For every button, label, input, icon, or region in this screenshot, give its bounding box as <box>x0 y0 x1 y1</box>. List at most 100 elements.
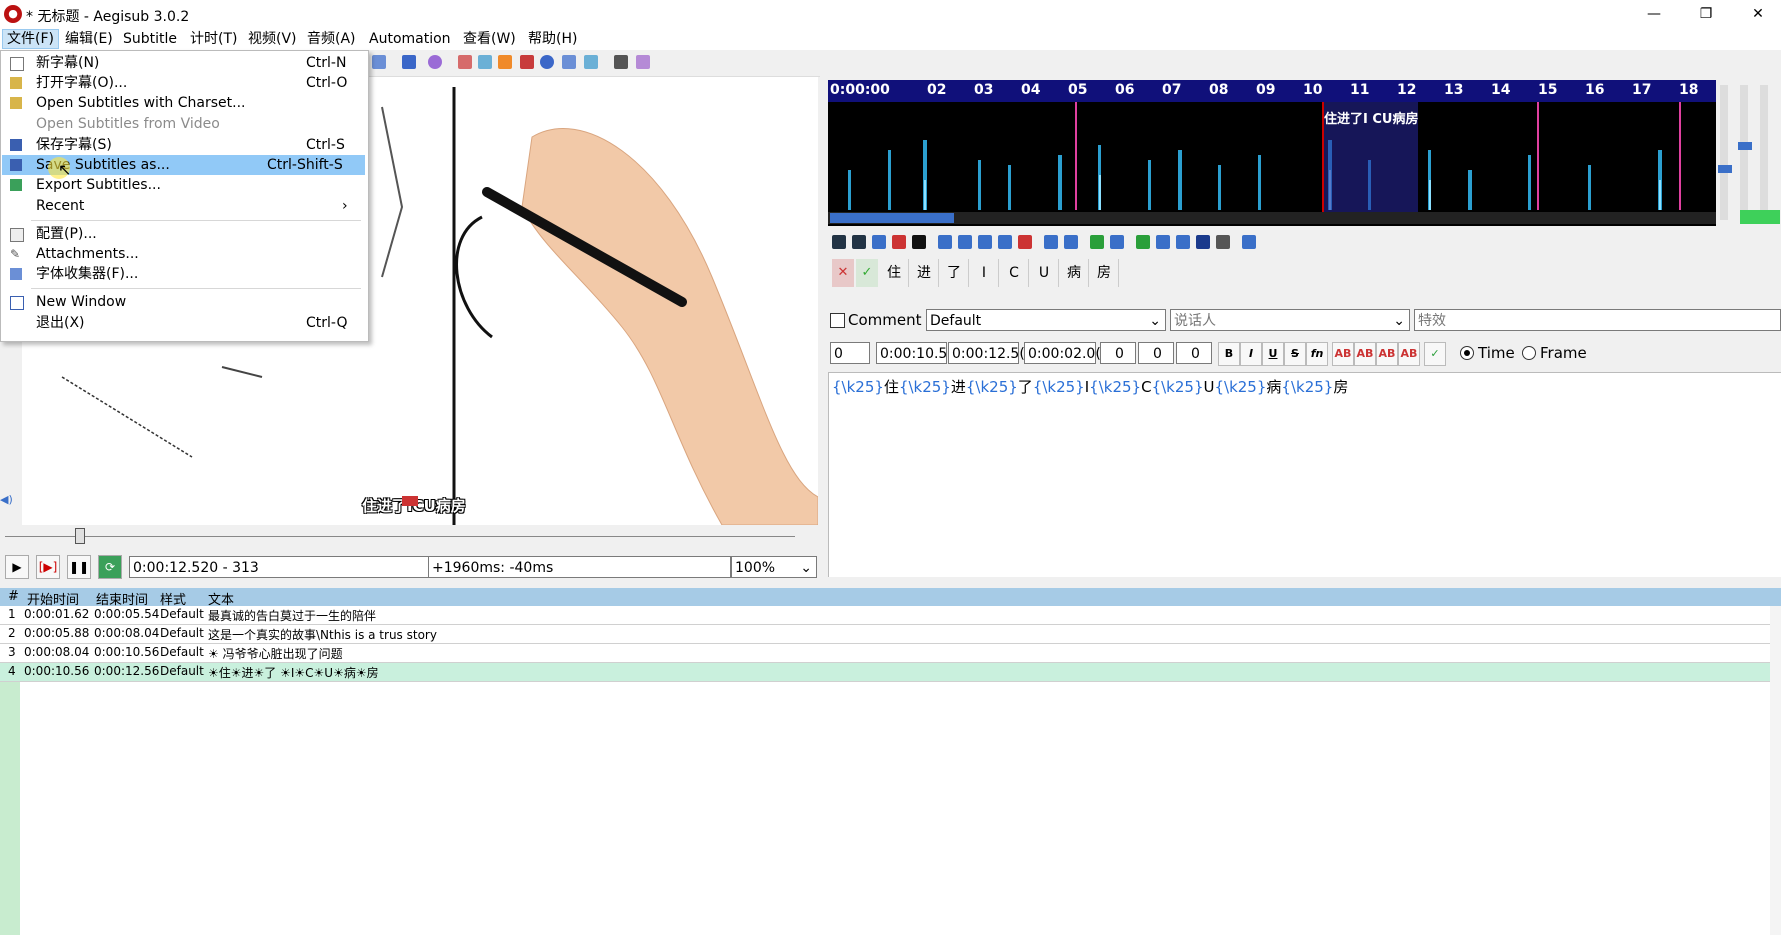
menu-item-options[interactable]: 配置(P)... <box>2 224 365 244</box>
auto-commit-icon[interactable] <box>1136 235 1150 249</box>
volume-icon[interactable]: ◀) <box>0 493 18 507</box>
audio-scrollbar-thumb[interactable] <box>830 213 954 223</box>
clock-icon[interactable] <box>540 55 554 69</box>
next-line-icon[interactable] <box>852 235 866 249</box>
play-line-icon[interactable]: [▶] <box>36 555 60 579</box>
play-after-icon[interactable] <box>958 235 972 249</box>
table-row-selected[interactable]: 4 0:00:10.56 0:00:12.56 Default ☀住☀进☀了 ☀… <box>0 663 1770 682</box>
play-before-icon[interactable] <box>938 235 952 249</box>
margin-left-field[interactable]: 0 <box>1100 342 1136 364</box>
effect-field[interactable]: 特效 <box>1414 309 1781 331</box>
margin-right-field[interactable]: 0 <box>1138 342 1174 364</box>
lead-in-icon[interactable] <box>1044 235 1058 249</box>
video-time-field[interactable]: 0:00:12.520 - 313 <box>129 556 429 578</box>
commit-check-icon[interactable] <box>1090 235 1104 249</box>
seekbar-thumb[interactable] <box>75 528 85 544</box>
style-select[interactable]: Default ⌄ <box>926 309 1166 331</box>
auto-next-icon[interactable] <box>1156 235 1170 249</box>
menu-audio[interactable]: 音频(A) <box>303 30 360 48</box>
maximize-button[interactable]: ❐ <box>1683 0 1729 28</box>
table-row[interactable]: 2 0:00:05.88 0:00:08.04 Default 这是一个真实的故… <box>0 625 1770 644</box>
bold-button[interactable]: B <box>1218 342 1240 366</box>
minimize-button[interactable]: — <box>1631 0 1677 28</box>
karaoke-cancel-icon[interactable]: ✕ <box>832 259 854 287</box>
toolbar-icon[interactable] <box>584 55 598 69</box>
toolbar-icon[interactable] <box>428 55 442 69</box>
menu-video[interactable]: 视频(V) <box>244 30 301 48</box>
audio-zoom-slider[interactable] <box>1720 85 1728 220</box>
italic-button[interactable]: I <box>1240 342 1262 366</box>
toolbar-icon[interactable] <box>498 55 512 69</box>
goto-icon[interactable] <box>1110 235 1124 249</box>
tools-icon[interactable] <box>614 55 628 69</box>
menu-item-exit[interactable]: 退出(X) Ctrl-Q <box>2 313 365 333</box>
play-icon[interactable]: ▶ <box>5 555 29 579</box>
menu-view[interactable]: 查看(W) <box>459 30 520 48</box>
audio-time-ruler[interactable]: 0:00:00 02 03 04 05 06 07 08 09 10 11 12… <box>828 80 1716 102</box>
close-button[interactable]: ✕ <box>1735 0 1781 28</box>
karaoke-syllable[interactable]: 房 <box>1090 259 1119 287</box>
audio-scrollbar[interactable] <box>828 212 1716 224</box>
audio-volume-thumb[interactable] <box>1738 142 1752 150</box>
comment-checkbox[interactable] <box>830 313 845 328</box>
autoscroll-toggle-icon[interactable]: ⟳ <box>98 555 122 579</box>
karaoke-syllable[interactable]: U <box>1030 259 1059 287</box>
karaoke-syllable[interactable]: 了 <box>940 259 969 287</box>
audio-link-toggle[interactable] <box>1740 210 1780 224</box>
color3-button[interactable]: AB <box>1376 342 1398 366</box>
menu-item-font-collector[interactable]: 字体收集器(F)... <box>2 264 365 284</box>
color4-button[interactable]: AB <box>1398 342 1420 366</box>
karaoke-accept-icon[interactable]: ✓ <box>856 259 878 287</box>
menu-item-save[interactable]: 保存字幕(S) Ctrl-S <box>2 135 365 155</box>
menu-item-attachments[interactable]: ✎ Attachments... <box>2 244 365 264</box>
menu-item-recent[interactable]: Recent › <box>2 196 365 216</box>
karaoke-syllable[interactable]: 病 <box>1060 259 1089 287</box>
play-to-end-icon[interactable] <box>1018 235 1032 249</box>
play-selection-icon[interactable] <box>872 235 886 249</box>
table-row[interactable]: 1 0:00:01.62 0:00:05.54 Default 最真诚的告白莫过… <box>0 606 1770 625</box>
stop-icon[interactable] <box>912 235 926 249</box>
toolbar-icon[interactable] <box>372 55 386 69</box>
audio-volume-slider[interactable] <box>1740 85 1748 220</box>
auto-scroll-icon[interactable] <box>1176 235 1190 249</box>
layer-spinner[interactable]: 0 <box>830 342 870 364</box>
toolbar-icon[interactable] <box>402 55 416 69</box>
underline-button[interactable]: U <box>1262 342 1284 366</box>
menu-help[interactable]: 帮助(H) <box>524 30 581 48</box>
grid-scrollbar[interactable] <box>1770 606 1781 935</box>
duration-field[interactable]: 0:00:02.0( <box>1024 342 1101 364</box>
menu-item-open-from-video[interactable]: Open Subtitles from Video <box>2 114 365 134</box>
medusa-icon[interactable] <box>1216 235 1230 249</box>
karaoke-syllable[interactable]: 住 <box>880 259 909 287</box>
play-end-icon[interactable] <box>998 235 1012 249</box>
toolbar-icon[interactable] <box>636 55 650 69</box>
subtitle-position-marker[interactable] <box>402 496 418 506</box>
start-time-field[interactable]: 0:00:10.5( <box>876 342 953 364</box>
video-seekbar[interactable] <box>5 528 817 544</box>
toolbar-icon[interactable] <box>458 55 472 69</box>
time-radio[interactable] <box>1460 346 1474 360</box>
actor-select[interactable]: 说话人 ⌄ <box>1170 309 1410 331</box>
karaoke-syllable[interactable]: C <box>1000 259 1029 287</box>
font-button[interactable]: fn <box>1306 342 1328 366</box>
karaoke-syllable[interactable]: 进 <box>910 259 939 287</box>
karaoke-syllable[interactable]: I <box>970 259 999 287</box>
menu-subtitle[interactable]: Subtitle <box>119 30 181 48</box>
toolbar-icon[interactable] <box>478 55 492 69</box>
menu-item-open-charset[interactable]: Open Subtitles with Charset... <box>2 93 365 113</box>
zoom-select[interactable]: 100% ⌄ <box>731 556 817 578</box>
toolbar-icon[interactable] <box>562 55 576 69</box>
karaoke-mode-icon[interactable] <box>1242 235 1256 249</box>
lead-out-icon[interactable] <box>1064 235 1078 249</box>
menu-item-new-window[interactable]: New Window <box>2 292 365 312</box>
subtitle-text-editor[interactable] <box>828 372 1781 577</box>
frame-radio[interactable] <box>1522 346 1536 360</box>
menu-timing[interactable]: 计时(T) <box>186 30 241 48</box>
audio-zoom-thumb[interactable] <box>1718 165 1732 173</box>
menu-edit[interactable]: 编辑(E) <box>61 30 117 48</box>
grid-header-number[interactable]: # <box>8 589 19 604</box>
end-time-field[interactable]: 0:00:12.5( <box>948 342 1025 364</box>
spectrum-mode-icon[interactable] <box>1196 235 1210 249</box>
toolbar-icon[interactable] <box>520 55 534 69</box>
play-start-icon[interactable] <box>978 235 992 249</box>
